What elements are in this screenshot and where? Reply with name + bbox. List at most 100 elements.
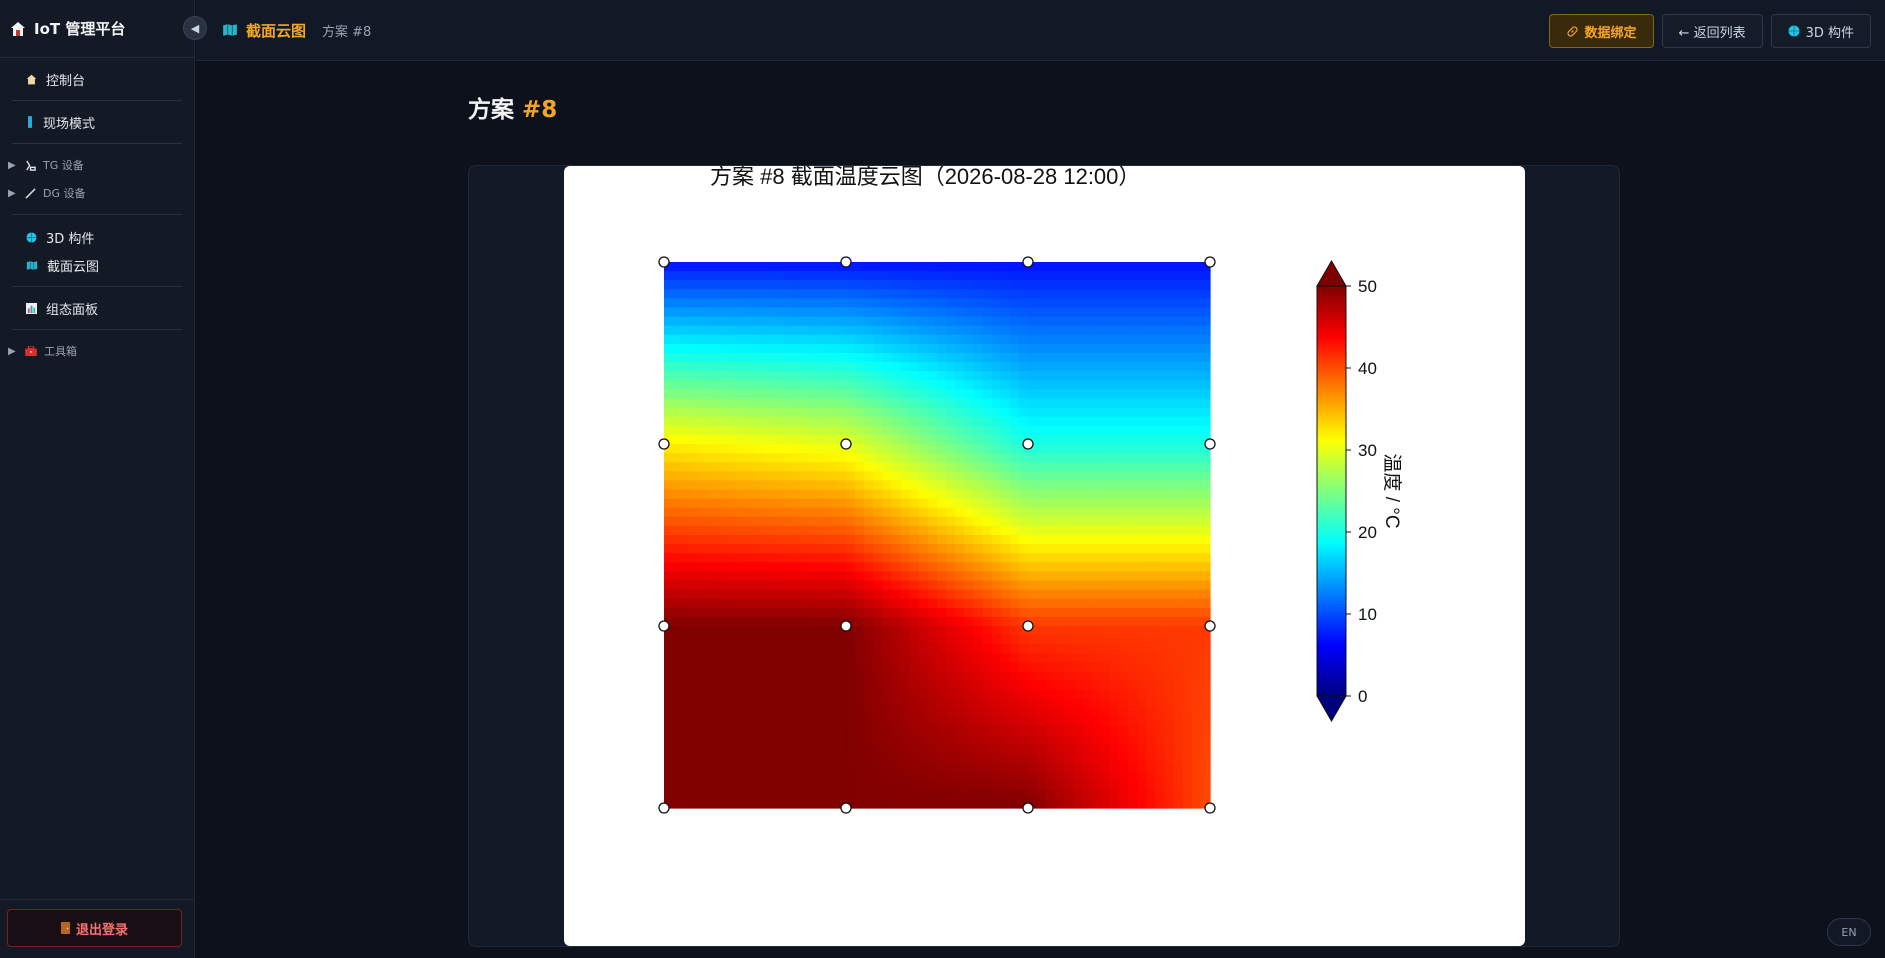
heatmap-cell [982, 343, 993, 354]
heatmap-cell [882, 553, 893, 563]
sidebar-item-section-map[interactable]: 截面云图 [12, 251, 182, 279]
heatmap-cell [1146, 371, 1156, 381]
heatmap-cell [736, 271, 747, 281]
heatmap-cell [736, 334, 747, 345]
heatmap-cell [1182, 471, 1193, 481]
heatmap-cell [791, 735, 802, 745]
heatmap-cell [664, 425, 674, 436]
heatmap-cell [1182, 562, 1193, 572]
sensor-point[interactable] [840, 802, 852, 814]
heatmap-cell [1182, 744, 1193, 754]
sidebar-group-toolbox[interactable]: ▶ 工具箱 [8, 337, 182, 365]
heatmap-cell [873, 316, 883, 327]
heatmap-cell [691, 262, 701, 272]
heatmap-cell [691, 316, 701, 327]
heatmap-cell [946, 516, 956, 527]
heatmap-cell [1073, 471, 1084, 481]
sidebar-item-config-panel[interactable]: 组态面板 [12, 287, 182, 329]
heatmap-cell [791, 662, 802, 673]
data-binding-button[interactable]: 数据绑定 [1548, 14, 1654, 48]
heatmap-cell [809, 316, 820, 327]
language-toggle[interactable]: EN [1827, 918, 1871, 946]
sensor-point[interactable] [1204, 620, 1216, 632]
heatmap-cell [937, 544, 947, 554]
heatmap-cell [1155, 353, 1166, 363]
heatmap-cell [864, 471, 874, 481]
heatmap-cell [918, 398, 929, 409]
sensor-point[interactable] [840, 438, 852, 450]
heatmap-cell [946, 407, 956, 418]
sensor-point[interactable] [1204, 802, 1216, 814]
sensor-point[interactable] [1022, 438, 1034, 450]
heatmap-cell [836, 334, 847, 345]
heatmap-cell [1037, 289, 1047, 299]
heatmap-cell [700, 598, 711, 609]
heatmap-cell [882, 353, 893, 363]
heatmap-cell [1173, 707, 1184, 718]
heatmap-cell [727, 507, 738, 518]
heatmap-cell [1000, 707, 1011, 718]
heatmap-cell [937, 416, 947, 427]
heatmap-cell [1137, 616, 1147, 627]
heatmap-cell [718, 516, 729, 527]
heatmap-cell [846, 571, 856, 582]
heatmap-cell [1091, 362, 1102, 372]
heatmap-cell [745, 334, 756, 345]
heatmap-cell [664, 307, 674, 318]
heatmap-cell [727, 434, 738, 445]
heatmap-cell [1137, 280, 1147, 290]
sensor-point[interactable] [1022, 620, 1034, 632]
heatmap-cell [718, 325, 729, 336]
sensor-point[interactable] [658, 438, 670, 450]
brand[interactable]: IoT 管理平台 [0, 0, 194, 58]
heatmap-cell [1109, 707, 1120, 718]
sidebar-item-dashboard[interactable]: 控制台 [12, 58, 182, 100]
heatmap-cell [1128, 371, 1138, 381]
heatmap-cell [973, 489, 984, 500]
heatmap-cell [782, 762, 792, 773]
heatmap-cell [1137, 371, 1147, 381]
heatmap-cell [1082, 771, 1093, 782]
back-to-list-button[interactable]: ← 返回列表 [1661, 14, 1763, 48]
heatmap-cell [700, 343, 711, 354]
heatmap-cell [791, 535, 802, 545]
sidebar-item-field-mode[interactable]: 现场模式 [12, 101, 182, 143]
heatmap-cell [782, 535, 792, 545]
heatmap-cell [882, 480, 893, 491]
sidebar-item-3d-component[interactable]: 3D 构件 [12, 223, 182, 251]
sensor-point[interactable] [1204, 256, 1216, 268]
heatmap-cell [1064, 689, 1075, 700]
heatmap-cell [718, 307, 729, 318]
sensor-point[interactable] [1022, 802, 1034, 814]
heatmap-cell [973, 462, 984, 472]
heatmap-cell [1119, 307, 1129, 318]
heatmap-cell [682, 762, 692, 773]
heatmap-cell [964, 489, 974, 500]
sensor-point[interactable] [658, 620, 670, 632]
heatmap-cell [773, 726, 783, 736]
sensor-point[interactable] [840, 256, 852, 268]
sensor-point[interactable] [1204, 438, 1216, 450]
3d-component-button[interactable]: 3D 构件 [1770, 14, 1871, 48]
heatmap-cell [764, 325, 774, 336]
sensor-point[interactable] [840, 620, 852, 632]
sensor-point[interactable] [1022, 256, 1034, 268]
heatmap-cell [846, 480, 856, 491]
heatmap-cell [1146, 562, 1156, 572]
sensor-point[interactable] [658, 802, 670, 814]
sidebar-group-dg[interactable]: ▶ DG 设备 [8, 179, 182, 207]
heatmap-cell [700, 307, 711, 318]
sensor-point[interactable] [658, 256, 670, 268]
heatmap-cell [1009, 726, 1020, 736]
heatmap-cell [1182, 762, 1193, 773]
heatmap-cell [946, 425, 956, 436]
sidebar-group-tg[interactable]: ▶ TG 设备 [8, 151, 182, 179]
heatmap-cell [682, 398, 692, 409]
heatmap-cell [982, 362, 993, 372]
heatmap-cell [909, 362, 920, 372]
collapse-sidebar-button[interactable]: ◀ [183, 16, 207, 40]
heatmap-cell [673, 316, 683, 327]
logout-button[interactable]: 退出登录 [7, 909, 182, 947]
heatmap-cell [745, 735, 756, 745]
heatmap-cell [673, 671, 683, 682]
